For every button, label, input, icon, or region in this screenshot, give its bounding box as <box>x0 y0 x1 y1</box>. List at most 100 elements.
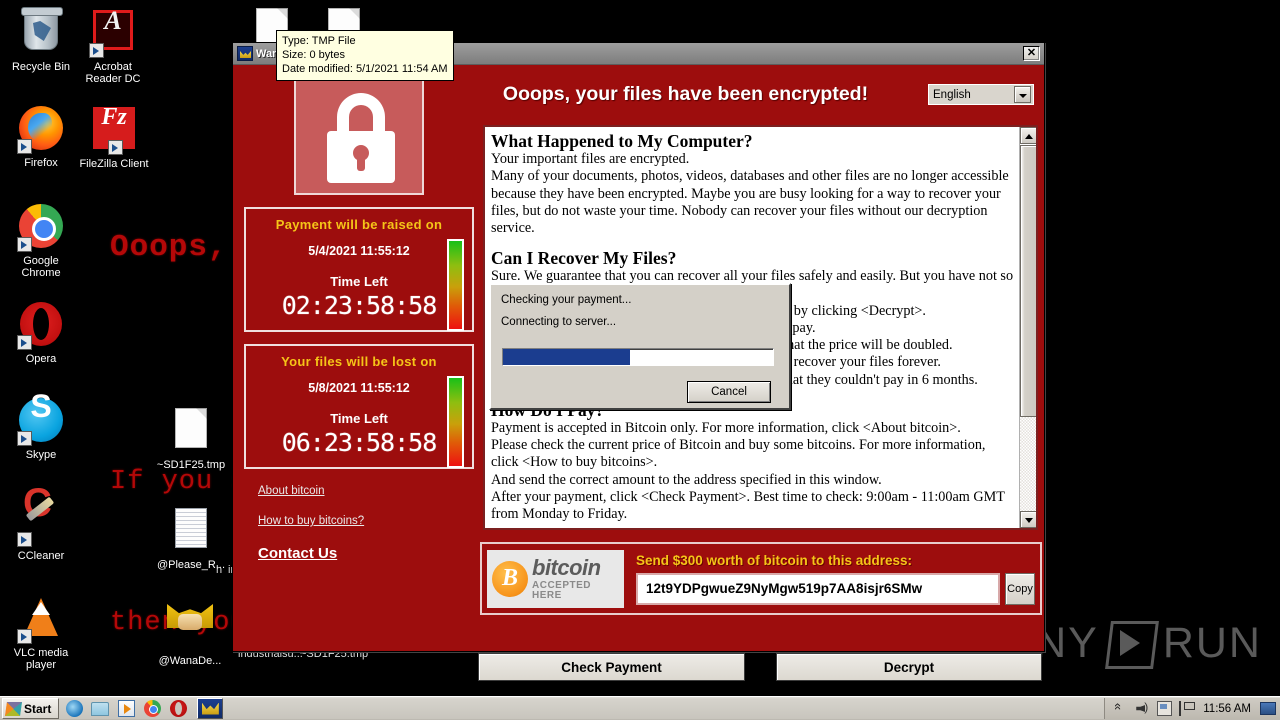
desktop-icon-acrobat-reader[interactable]: Acrobat Reader DC <box>75 6 151 85</box>
shortcut-arrow-icon <box>17 237 32 252</box>
timer-title: Payment will be raised on <box>275 217 443 232</box>
quicklaunch-opera[interactable] <box>167 699 189 719</box>
clock[interactable]: 11:56 AM <box>1201 703 1253 715</box>
desktop-icon-label: VLC media player <box>13 647 69 671</box>
wana-app-icon <box>237 46 253 61</box>
timer-date: 5/4/2021 11:55:12 <box>308 244 410 258</box>
scrollbar-thumb[interactable] <box>1020 145 1036 417</box>
timer-title: Your files will be lost on <box>281 354 437 369</box>
desktop-icon-label: Recycle Bin <box>11 61 71 73</box>
language-select[interactable]: English <box>928 84 1034 105</box>
note-paragraph: Please check the current price of Bitcoi… <box>491 437 986 471</box>
bitcoin-logo-text: bitcoin <box>532 554 601 580</box>
link-how-to-buy-bitcoins[interactable]: How to buy bitcoins? <box>258 515 474 527</box>
play-triangle-icon <box>1108 621 1154 667</box>
decrypt-button[interactable]: Decrypt <box>776 653 1042 681</box>
desktop-icon-filezilla[interactable]: FileZilla Client <box>72 104 156 170</box>
chrome-icon <box>17 204 65 252</box>
check-payment-button[interactable]: Check Payment <box>478 653 745 681</box>
quicklaunch-chrome[interactable] <box>141 699 163 719</box>
filezilla-icon <box>90 107 138 155</box>
tooltip-date: Date modified: 5/1/2021 11:54 AM <box>282 63 448 75</box>
internet-explorer-icon <box>65 700 83 717</box>
show-hidden-icons-icon[interactable] <box>1113 701 1128 716</box>
shortcut-arrow-icon <box>17 431 32 446</box>
acrobat-reader-icon <box>89 10 137 58</box>
bitcoin-address-field[interactable]: 12t9YDPgwueZ9NyMgw519p7AA8isjr6SMw <box>636 572 1000 605</box>
opera-icon <box>17 302 65 350</box>
progress-bar-fill <box>503 349 630 365</box>
scroll-up-icon[interactable] <box>1020 127 1036 144</box>
wana-app-icon <box>201 702 219 715</box>
desktop-icon-google-chrome[interactable]: Google Chrome <box>3 202 79 279</box>
windows-flag-icon <box>5 701 22 716</box>
close-icon[interactable]: ✕ <box>1023 46 1040 61</box>
bitcoin-logo-subtext: ACCEPTED HERE <box>532 579 592 601</box>
start-button[interactable]: Start <box>2 698 60 719</box>
desktop-icon-label: @WanaDe... <box>158 655 222 667</box>
media-player-icon <box>117 700 135 717</box>
note-paragraph: And send the correct amount to the addre… <box>491 471 882 488</box>
quicklaunch-media-player[interactable] <box>115 699 137 719</box>
desktop-icon-label: Firefox <box>24 157 58 169</box>
desktop-icon-opera[interactable]: Opera <box>3 300 79 365</box>
desktop-icon-sd1f25-tmp[interactable]: ~SD1F25.tmp <box>150 404 232 471</box>
desktop-icon-label: Skype <box>25 449 57 461</box>
handshake-icon <box>166 604 214 652</box>
payment-raise-timer: Payment will be raised on 5/4/2021 11:55… <box>244 207 474 332</box>
link-contact-us[interactable]: Contact Us <box>258 545 474 562</box>
page-title: Ooops, your files have been encrypted! <box>502 83 869 105</box>
timer-date: 5/8/2021 11:55:12 <box>308 381 410 395</box>
system-tray: 11:56 AM <box>1104 698 1280 719</box>
taskbar-button-wana-decryptor[interactable] <box>197 698 224 719</box>
desktop-icon-please-read[interactable]: @Please_R... <box>150 504 232 571</box>
timer-countdown: 02:23:58:58 <box>281 291 438 320</box>
scrollbar-track[interactable] <box>1020 417 1036 511</box>
desktop-icon-label: ~SD1F25.tmp <box>156 459 226 471</box>
files-lost-timer: Your files will be lost on 5/8/2021 11:5… <box>244 344 474 469</box>
text-file-icon <box>167 508 215 556</box>
copy-button[interactable]: Copy <box>1005 572 1035 605</box>
link-about-bitcoin[interactable]: About bitcoin <box>258 485 474 497</box>
language-value: English <box>933 88 971 101</box>
show-desktop-icon[interactable] <box>1260 702 1276 715</box>
scroll-down-icon[interactable] <box>1020 511 1036 528</box>
bitcoin-payment-bar: bitcoin ACCEPTED HERE Send $300 worth of… <box>480 542 1042 615</box>
desktop-icon-skype[interactable]: Skype <box>3 396 79 461</box>
dialog-status-line-2: Connecting to server... <box>501 316 617 328</box>
timer-left-label: Time Left <box>330 411 388 426</box>
quicklaunch-folder[interactable] <box>89 699 111 719</box>
note-paragraph: Many of your documents, photos, videos, … <box>491 168 1009 237</box>
network-icon[interactable] <box>1157 701 1173 716</box>
desktop-icon-wanadecryptor[interactable]: @WanaDe... <box>148 596 232 667</box>
checking-payment-dialog[interactable]: Checking your payment... Connecting to s… <box>489 283 791 410</box>
ccleaner-icon <box>17 497 65 547</box>
desktop-icon-vlc[interactable]: VLC media player <box>3 592 79 671</box>
chevron-down-icon[interactable] <box>1014 86 1031 103</box>
cancel-button[interactable]: Cancel <box>687 381 771 403</box>
tooltip-type: Type: TMP File <box>282 35 356 47</box>
quicklaunch-internet-explorer[interactable] <box>63 699 85 719</box>
note-paragraph: After your payment, click <Check Payment… <box>491 488 1005 523</box>
desktop-icon-label: Google Chrome <box>21 255 61 279</box>
header-row: Ooops, your files have been encrypted! E… <box>483 83 1034 106</box>
info-links: About bitcoin How to buy bitcoins? Conta… <box>244 485 474 562</box>
shortcut-arrow-icon <box>17 629 32 644</box>
file-tooltip: Type: TMP File Size: 0 bytes Date modifi… <box>276 30 454 81</box>
left-panel: Payment will be raised on 5/4/2021 11:55… <box>244 77 474 580</box>
bitcoin-coin-icon <box>492 560 528 597</box>
desktop-icon-recycle-bin[interactable]: Recycle Bin <box>3 6 79 73</box>
opera-icon <box>169 700 187 717</box>
volume-icon[interactable] <box>1135 700 1150 716</box>
desktop-icon-firefox[interactable]: Firefox <box>3 104 79 169</box>
desktop-icon-label: FileZilla Client <box>79 158 149 170</box>
vertical-scrollbar[interactable] <box>1019 127 1036 528</box>
chrome-icon <box>143 700 161 717</box>
desktop-icon-ccleaner[interactable]: CCleaner <box>3 496 79 562</box>
security-flag-icon[interactable] <box>1179 701 1196 716</box>
section-heading-recover-files: Can I Recover My Files? <box>491 248 677 269</box>
timer-gauge <box>447 376 464 468</box>
timer-gauge <box>447 239 464 331</box>
taskbar[interactable]: Start 11:56 AM <box>0 696 1280 720</box>
desktop-icon-label: CCleaner <box>17 550 65 562</box>
